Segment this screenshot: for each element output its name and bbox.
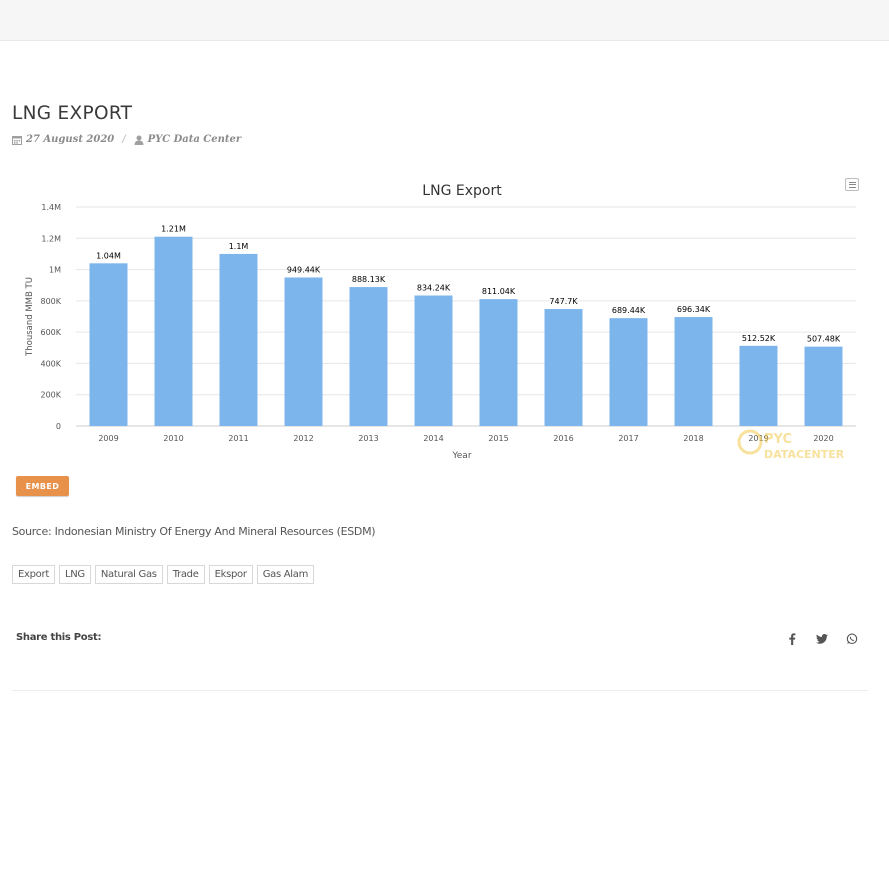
x-tick-label: 2010 [163, 434, 183, 443]
y-tick-label: 1.2M [41, 234, 61, 243]
data-label-2013: 888.13K [352, 275, 386, 284]
facebook-icon[interactable] [784, 631, 799, 646]
user-icon [134, 135, 144, 145]
y-tick-label: 200K [40, 391, 61, 400]
data-label-2012: 949.44K [287, 265, 321, 274]
calendar-icon [12, 135, 22, 145]
data-label-2015: 811.04K [482, 287, 516, 296]
data-label-2014: 834.24K [417, 284, 451, 293]
x-axis-label: Year [451, 451, 471, 461]
bar-chart: LNG Export 0 200K 400K 600K 800K 1M 1.2M 1.4M Tho… [25, 183, 856, 461]
top-bar [0, 0, 889, 41]
y-axis-label: Thousand MMB TU [25, 277, 35, 357]
embed-button[interactable]: EMBED [16, 476, 69, 496]
tag-natural-gas[interactable]: Natural Gas [94, 565, 163, 584]
tag-trade[interactable]: Trade [166, 565, 205, 584]
watermark-text-bottom: DATACENTER [764, 448, 845, 461]
twitter-icon[interactable] [814, 631, 829, 646]
y-tick-label: 0 [56, 422, 61, 431]
x-tick-label: 2020 [813, 434, 833, 443]
x-tick-label: 2015 [488, 434, 508, 443]
data-label-2017: 689.44K [612, 306, 646, 315]
data-label-2010: 1.21M [161, 225, 186, 234]
y-tick-label: 1M [49, 266, 61, 275]
watermark-text-top: PYC [764, 432, 792, 447]
y-tick-label: 800K [40, 297, 61, 306]
x-tick-label: 2017 [618, 434, 638, 443]
hamburger-menu-icon [848, 181, 856, 183]
bar-2016 [544, 309, 583, 426]
share-label: Share this Post: [16, 632, 102, 643]
data-label-2020: 507.48K [807, 335, 841, 344]
x-tick-label: 2012 [293, 434, 313, 443]
tag-export[interactable]: Export [12, 565, 55, 584]
divider [12, 690, 868, 691]
data-label-2009: 1.04M [96, 251, 121, 260]
bar-2015 [479, 299, 518, 426]
x-tick-label: 2013 [358, 434, 378, 443]
x-tick-label: 2018 [683, 434, 703, 443]
post-date: 27 August 2020 [26, 134, 115, 145]
x-tick-label: 2014 [423, 434, 443, 443]
tag-gas-alam[interactable]: Gas Alam [256, 565, 315, 584]
bar-2014 [414, 295, 453, 426]
y-tick-label: 400K [40, 359, 61, 368]
chart-menu-button[interactable] [845, 178, 859, 191]
bar-2018 [674, 317, 713, 426]
bar-2013 [349, 287, 388, 426]
chart-title: LNG Export [422, 183, 502, 199]
hamburger-menu-icon-line [848, 186, 856, 188]
post-author[interactable]: PYC Data Center [148, 134, 242, 145]
tag-lng[interactable]: LNG [58, 565, 91, 584]
data-label-2011: 1.1M [229, 242, 249, 251]
tag-list: Export LNG Natural Gas Trade Ekspor Gas … [12, 565, 315, 584]
y-tick-label: 1.4M [41, 203, 61, 212]
bar-2019 [739, 345, 778, 426]
bar-2011 [219, 253, 258, 426]
bar-2009 [89, 263, 128, 426]
bar-2017 [609, 318, 648, 426]
bar-2010 [154, 236, 193, 426]
whatsapp-icon[interactable] [844, 631, 859, 646]
y-tick-label: 600K [40, 328, 61, 337]
meta-separator: / [122, 134, 126, 145]
data-label-2018: 696.34K [677, 305, 711, 314]
post-title: LNG EXPORT [12, 103, 133, 124]
share-icons [784, 631, 859, 646]
source-text: Source: Indonesian Ministry Of Energy An… [12, 525, 376, 538]
tag-ekspor[interactable]: Ekspor [208, 565, 253, 584]
chart-container: LNG Export 0 200K 400K 600K 800K 1M 1.2M 1.4M Tho… [12, 170, 868, 470]
post-meta: 27 August 2020 / PYC Data Center [12, 134, 241, 145]
hamburger-menu-icon-line [848, 184, 856, 185]
data-label-2016: 747.7K [549, 297, 578, 306]
data-label-2019: 512.52K [742, 334, 776, 343]
x-tick-label: 2009 [98, 434, 118, 443]
x-tick-label: 2016 [553, 434, 573, 443]
bar-2012 [284, 277, 323, 426]
bar-2020 [804, 346, 843, 426]
x-tick-label: 2011 [228, 434, 248, 443]
